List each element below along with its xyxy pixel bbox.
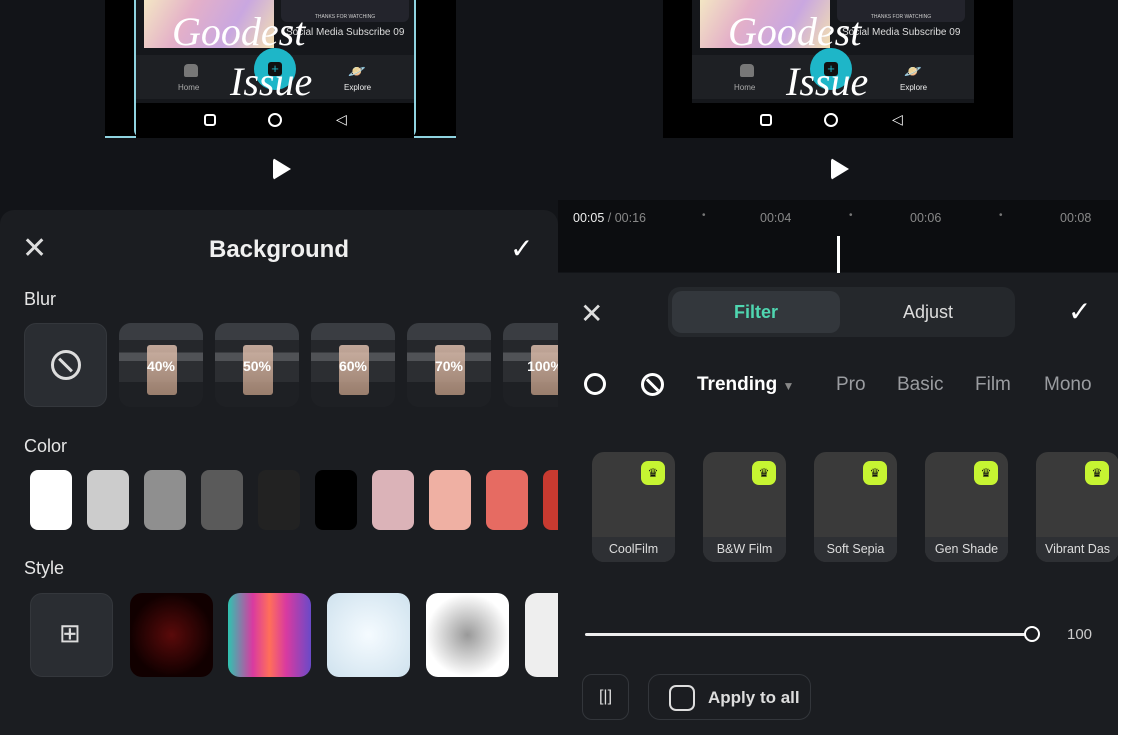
style-option[interactable] xyxy=(525,593,558,677)
confirm-check-icon[interactable]: ✓ xyxy=(510,232,533,265)
play-icon[interactable] xyxy=(831,158,849,180)
color-swatch[interactable] xyxy=(543,470,558,530)
crown-icon: ♛ xyxy=(752,461,776,485)
category-pro[interactable]: Pro xyxy=(836,374,866,396)
apply-to-all-button[interactable]: Apply to all xyxy=(648,674,811,720)
no-filter-icon[interactable] xyxy=(641,373,664,396)
filter-editor: THANKS FOR WATCHING Social Media Subscri… xyxy=(558,0,1118,735)
nav-home: Home xyxy=(178,83,200,92)
blur-option[interactable]: 50% xyxy=(215,323,299,407)
crown-icon: ♛ xyxy=(1085,461,1109,485)
tab-filter[interactable]: Filter xyxy=(672,291,840,333)
recents-icon xyxy=(760,114,772,126)
blur-option[interactable]: 60% xyxy=(311,323,395,407)
blur-label: Blur xyxy=(24,289,57,309)
style-option[interactable] xyxy=(228,593,311,677)
style-option[interactable] xyxy=(327,593,410,677)
filter-card[interactable]: ♛ CoolFilm xyxy=(592,452,675,562)
color-swatch[interactable] xyxy=(315,470,357,530)
category-basic[interactable]: Basic xyxy=(897,374,943,396)
close-icon[interactable]: ✕ xyxy=(580,297,603,330)
add-custom-image-button[interactable]: ⊞ xyxy=(30,593,113,677)
filter-name: Soft Sepia xyxy=(814,537,897,562)
home-circle-icon xyxy=(268,113,282,127)
color-swatch[interactable] xyxy=(486,470,528,530)
nav-explore: Explore xyxy=(344,83,372,92)
color-swatch[interactable] xyxy=(144,470,186,530)
panel-title: Background xyxy=(208,236,349,263)
home-icon xyxy=(740,64,754,77)
filter-card[interactable]: ♛ Vibrant Das xyxy=(1036,452,1118,562)
overlay-text: Goodest xyxy=(172,9,306,54)
timeline-tick: 00:06 xyxy=(910,211,942,225)
blur-option[interactable]: 40% xyxy=(119,323,203,407)
intensity-slider[interactable] xyxy=(585,633,1032,636)
timeline-tick: 00:04 xyxy=(760,211,792,225)
intensity-value: 100 xyxy=(1067,626,1093,643)
confirm-check-icon[interactable]: ✓ xyxy=(1068,295,1091,328)
nav-explore: Explore xyxy=(900,83,928,92)
blur-none-button[interactable] xyxy=(24,323,107,407)
color-swatch[interactable] xyxy=(30,470,72,530)
style-option[interactable] xyxy=(130,593,213,677)
crown-icon: ♛ xyxy=(641,461,665,485)
search-icon[interactable] xyxy=(584,373,606,395)
back-icon: ◁ xyxy=(892,111,903,127)
blur-option[interactable]: 70% xyxy=(407,323,491,407)
checkbox[interactable] xyxy=(669,685,695,711)
dropdown-caret-icon: ▼ xyxy=(782,379,795,393)
play-icon[interactable] xyxy=(273,158,291,180)
apply-to-all-label: Apply to all xyxy=(708,688,800,707)
timeline-tick: 00:08 xyxy=(1060,211,1092,225)
color-label: Color xyxy=(24,436,68,456)
back-icon: ◁ xyxy=(336,111,347,127)
crown-icon: ♛ xyxy=(974,461,998,485)
total-time: / 00:16 xyxy=(607,211,646,225)
color-swatch[interactable] xyxy=(372,470,414,530)
overlay-text: Issue xyxy=(230,59,313,104)
recents-icon xyxy=(204,114,216,126)
crown-icon: ♛ xyxy=(863,461,887,485)
no-entry-icon xyxy=(51,350,81,380)
background-editor: THANKS FOR WATCHING Social Media Subscri… xyxy=(0,0,558,735)
category-trending[interactable]: Trending ▼ xyxy=(697,374,794,396)
color-swatch[interactable] xyxy=(201,470,243,530)
color-swatch[interactable] xyxy=(429,470,471,530)
filter-card[interactable]: ♛ Gen Shade xyxy=(925,452,1008,562)
filter-name: CoolFilm xyxy=(592,537,675,562)
filter-name: Gen Shade xyxy=(925,537,1008,562)
image-add-icon: ⊞ xyxy=(59,618,81,648)
category-film[interactable]: Film xyxy=(975,374,1011,396)
planet-icon: 🪐 xyxy=(348,63,366,79)
filter-name: B&W Film xyxy=(703,537,786,562)
video-preview[interactable]: THANKS FOR WATCHING Social Media Subscri… xyxy=(105,0,456,138)
blur-option[interactable]: 100% xyxy=(503,323,558,407)
overlay-text: Goodest xyxy=(728,9,862,54)
current-time: 00:05 xyxy=(573,211,605,225)
category-mono[interactable]: Mono xyxy=(1044,374,1092,396)
slider-handle[interactable] xyxy=(1024,626,1040,642)
nav-home: Home xyxy=(734,83,756,92)
color-swatch[interactable] xyxy=(87,470,129,530)
compare-button[interactable]: [|] xyxy=(582,674,629,720)
overlay-text: Issue xyxy=(786,59,869,104)
video-preview[interactable]: THANKS FOR WATCHING Social Media Subscri… xyxy=(663,0,1013,138)
tab-switcher: Filter Adjust xyxy=(668,287,1015,337)
planet-icon: 🪐 xyxy=(904,63,922,79)
filter-name: Vibrant Das xyxy=(1036,537,1118,562)
home-icon xyxy=(184,64,198,77)
style-option[interactable] xyxy=(426,593,509,677)
tab-adjust[interactable]: Adjust xyxy=(844,291,1012,333)
timeline[interactable]: 00:05 / 00:16 • 00:04 • 00:06 • 00:08 xyxy=(558,200,1118,274)
filter-card[interactable]: ♛ Soft Sepia xyxy=(814,452,897,562)
style-label: Style xyxy=(24,558,65,578)
home-circle-icon xyxy=(824,113,838,127)
playhead[interactable] xyxy=(837,236,840,274)
compare-icon: [|] xyxy=(598,688,613,705)
filter-card[interactable]: ♛ B&W Film xyxy=(703,452,786,562)
color-swatch[interactable] xyxy=(258,470,300,530)
